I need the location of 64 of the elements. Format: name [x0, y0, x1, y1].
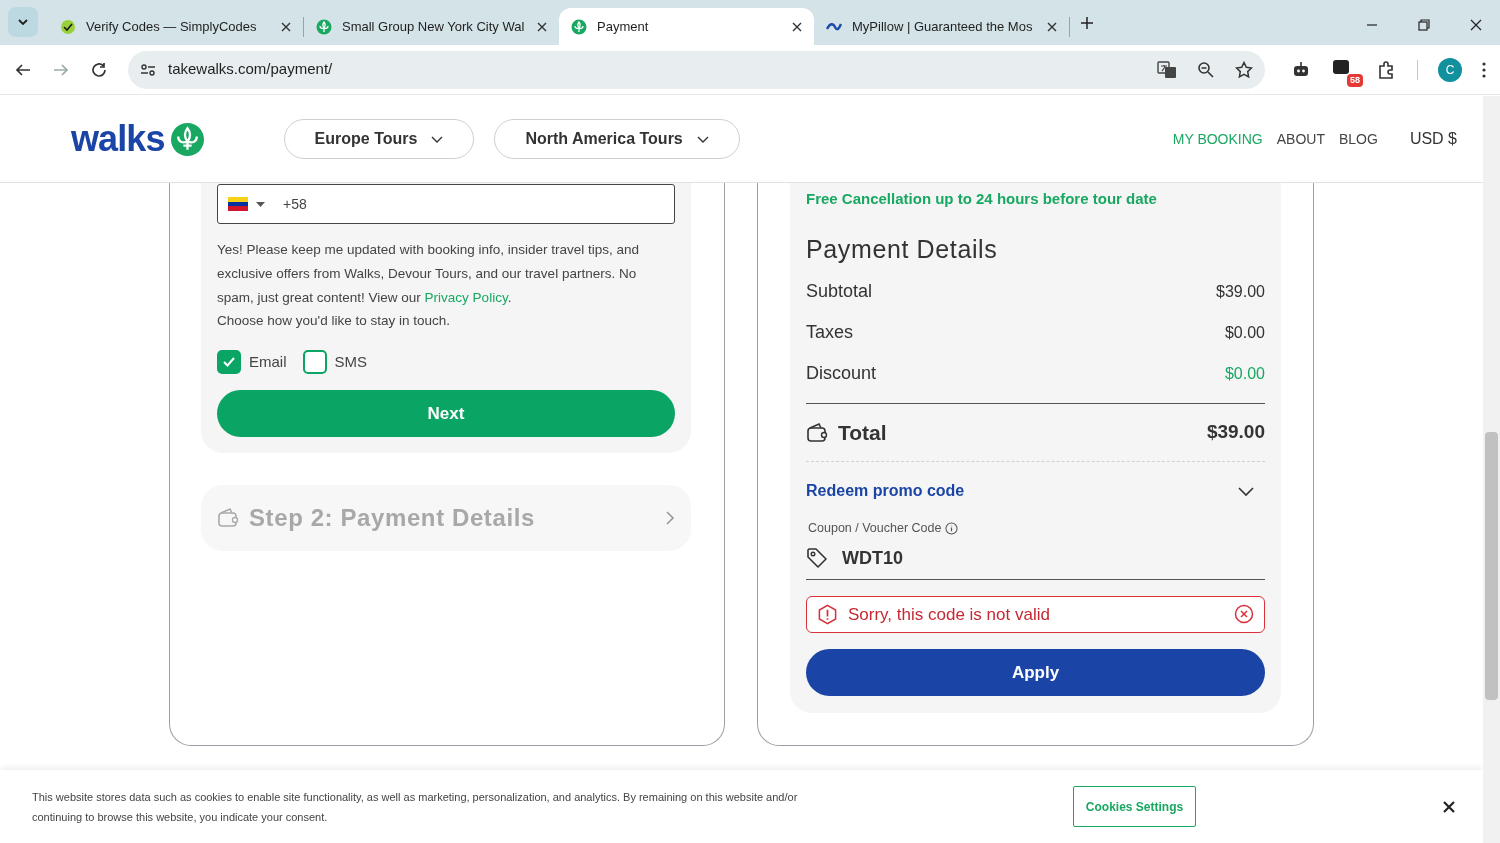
phone-field[interactable]: +58: [217, 184, 675, 224]
instruction-text: Choose how you'd like to stay in touch.: [217, 312, 451, 330]
cancellation-note: Free Cancellation up to 24 hours before tour date: [806, 189, 1158, 209]
translate-icon[interactable]: [1157, 59, 1177, 80]
total-value: $39.00: [1206, 420, 1265, 445]
coupon-field[interactable]: WDT10: [806, 537, 1265, 580]
browser-tab[interactable]: MyPillow | Guaranteed the Mos: [814, 8, 1069, 45]
checkmark-icon: [60, 18, 76, 35]
logo-text[interactable]: walks: [71, 121, 165, 157]
line-label: Taxes: [806, 321, 854, 344]
apply-button[interactable]: Apply: [806, 648, 1265, 696]
checkbox[interactable]: [217, 350, 241, 374]
address-bar[interactable]: takewalks.com/payment/: [128, 50, 1265, 89]
wallet-icon: [217, 507, 239, 529]
close-icon[interactable]: [1047, 21, 1057, 32]
tab-search-button[interactable]: [8, 7, 38, 37]
dropdown-arrow-icon: [256, 201, 265, 207]
checkbox-label: Email: [249, 351, 287, 372]
checkbox[interactable]: [302, 350, 327, 374]
wallet-icon: [806, 421, 828, 444]
close-icon[interactable]: [1443, 800, 1455, 813]
star-icon[interactable]: [1235, 60, 1253, 79]
info-icon[interactable]: [945, 521, 959, 535]
checkmark-icon: [222, 355, 236, 369]
fleur-de-lis-icon: [316, 18, 332, 35]
consent-text: Yes! Please keep me updated with booking info, insider travel tips, and exclusive offers from Walks, Devour Tours, and our travel partners. No spam, just great content! View our Privacy Policy.: [217, 241, 640, 307]
browser-tab[interactable]: Payment: [559, 8, 814, 45]
currency-selector[interactable]: USD $: [1409, 127, 1457, 151]
nav-link[interactable]: BLOG: [1338, 128, 1378, 150]
line-label: Discount: [806, 362, 877, 385]
line-value: $0.00: [1224, 322, 1265, 343]
notification-badge: 58: [1347, 73, 1363, 87]
total-label: Total: [838, 419, 888, 446]
tag-icon: [806, 547, 828, 570]
site-settings-icon[interactable]: [140, 61, 156, 78]
close-icon[interactable]: [281, 21, 291, 32]
promo-toggle[interactable]: Redeem promo code: [806, 479, 1265, 503]
fleur-de-lis-icon: [571, 18, 587, 35]
profile-avatar[interactable]: C: [1438, 57, 1462, 82]
fleur-de-lis-icon: [170, 122, 204, 156]
line-value: $39.00: [1216, 281, 1265, 302]
browser-tab[interactable]: Verify Codes — SimplyCodes: [48, 8, 303, 45]
browser-tab[interactable]: Small Group New York City Wal: [304, 8, 559, 45]
flag-icon: [228, 197, 248, 211]
chevron-right-icon: [665, 510, 675, 526]
warning-icon: [817, 603, 838, 625]
close-icon[interactable]: [537, 21, 547, 32]
reload-icon[interactable]: [90, 60, 108, 79]
line-value: $0.00: [1224, 363, 1265, 384]
line-label: Subtotal: [806, 280, 873, 303]
nav-link[interactable]: ABOUT: [1276, 128, 1325, 150]
section-title: Payment Details: [806, 233, 999, 265]
chevron-down-icon: [17, 16, 29, 28]
plus-icon[interactable]: [1080, 16, 1094, 30]
scrollbar[interactable]: [1483, 96, 1500, 843]
field-label: Coupon / Voucher Code: [808, 520, 942, 537]
error-message: Sorry, this code is not valid: [848, 603, 1051, 626]
zoom-icon[interactable]: [1197, 60, 1215, 79]
restore-icon[interactable]: [1418, 19, 1430, 31]
close-icon[interactable]: [792, 21, 802, 32]
close-icon[interactable]: [1470, 19, 1482, 31]
checkbox-label: SMS: [334, 351, 368, 372]
more-icon[interactable]: [1482, 61, 1486, 78]
cookie-text: This website stores data such as cookies to enable site functionality, as well as marketing, personalization, and analytics. By remaining on this website and/or continuing to browse this website, you indicate your consent.: [32, 789, 799, 825]
